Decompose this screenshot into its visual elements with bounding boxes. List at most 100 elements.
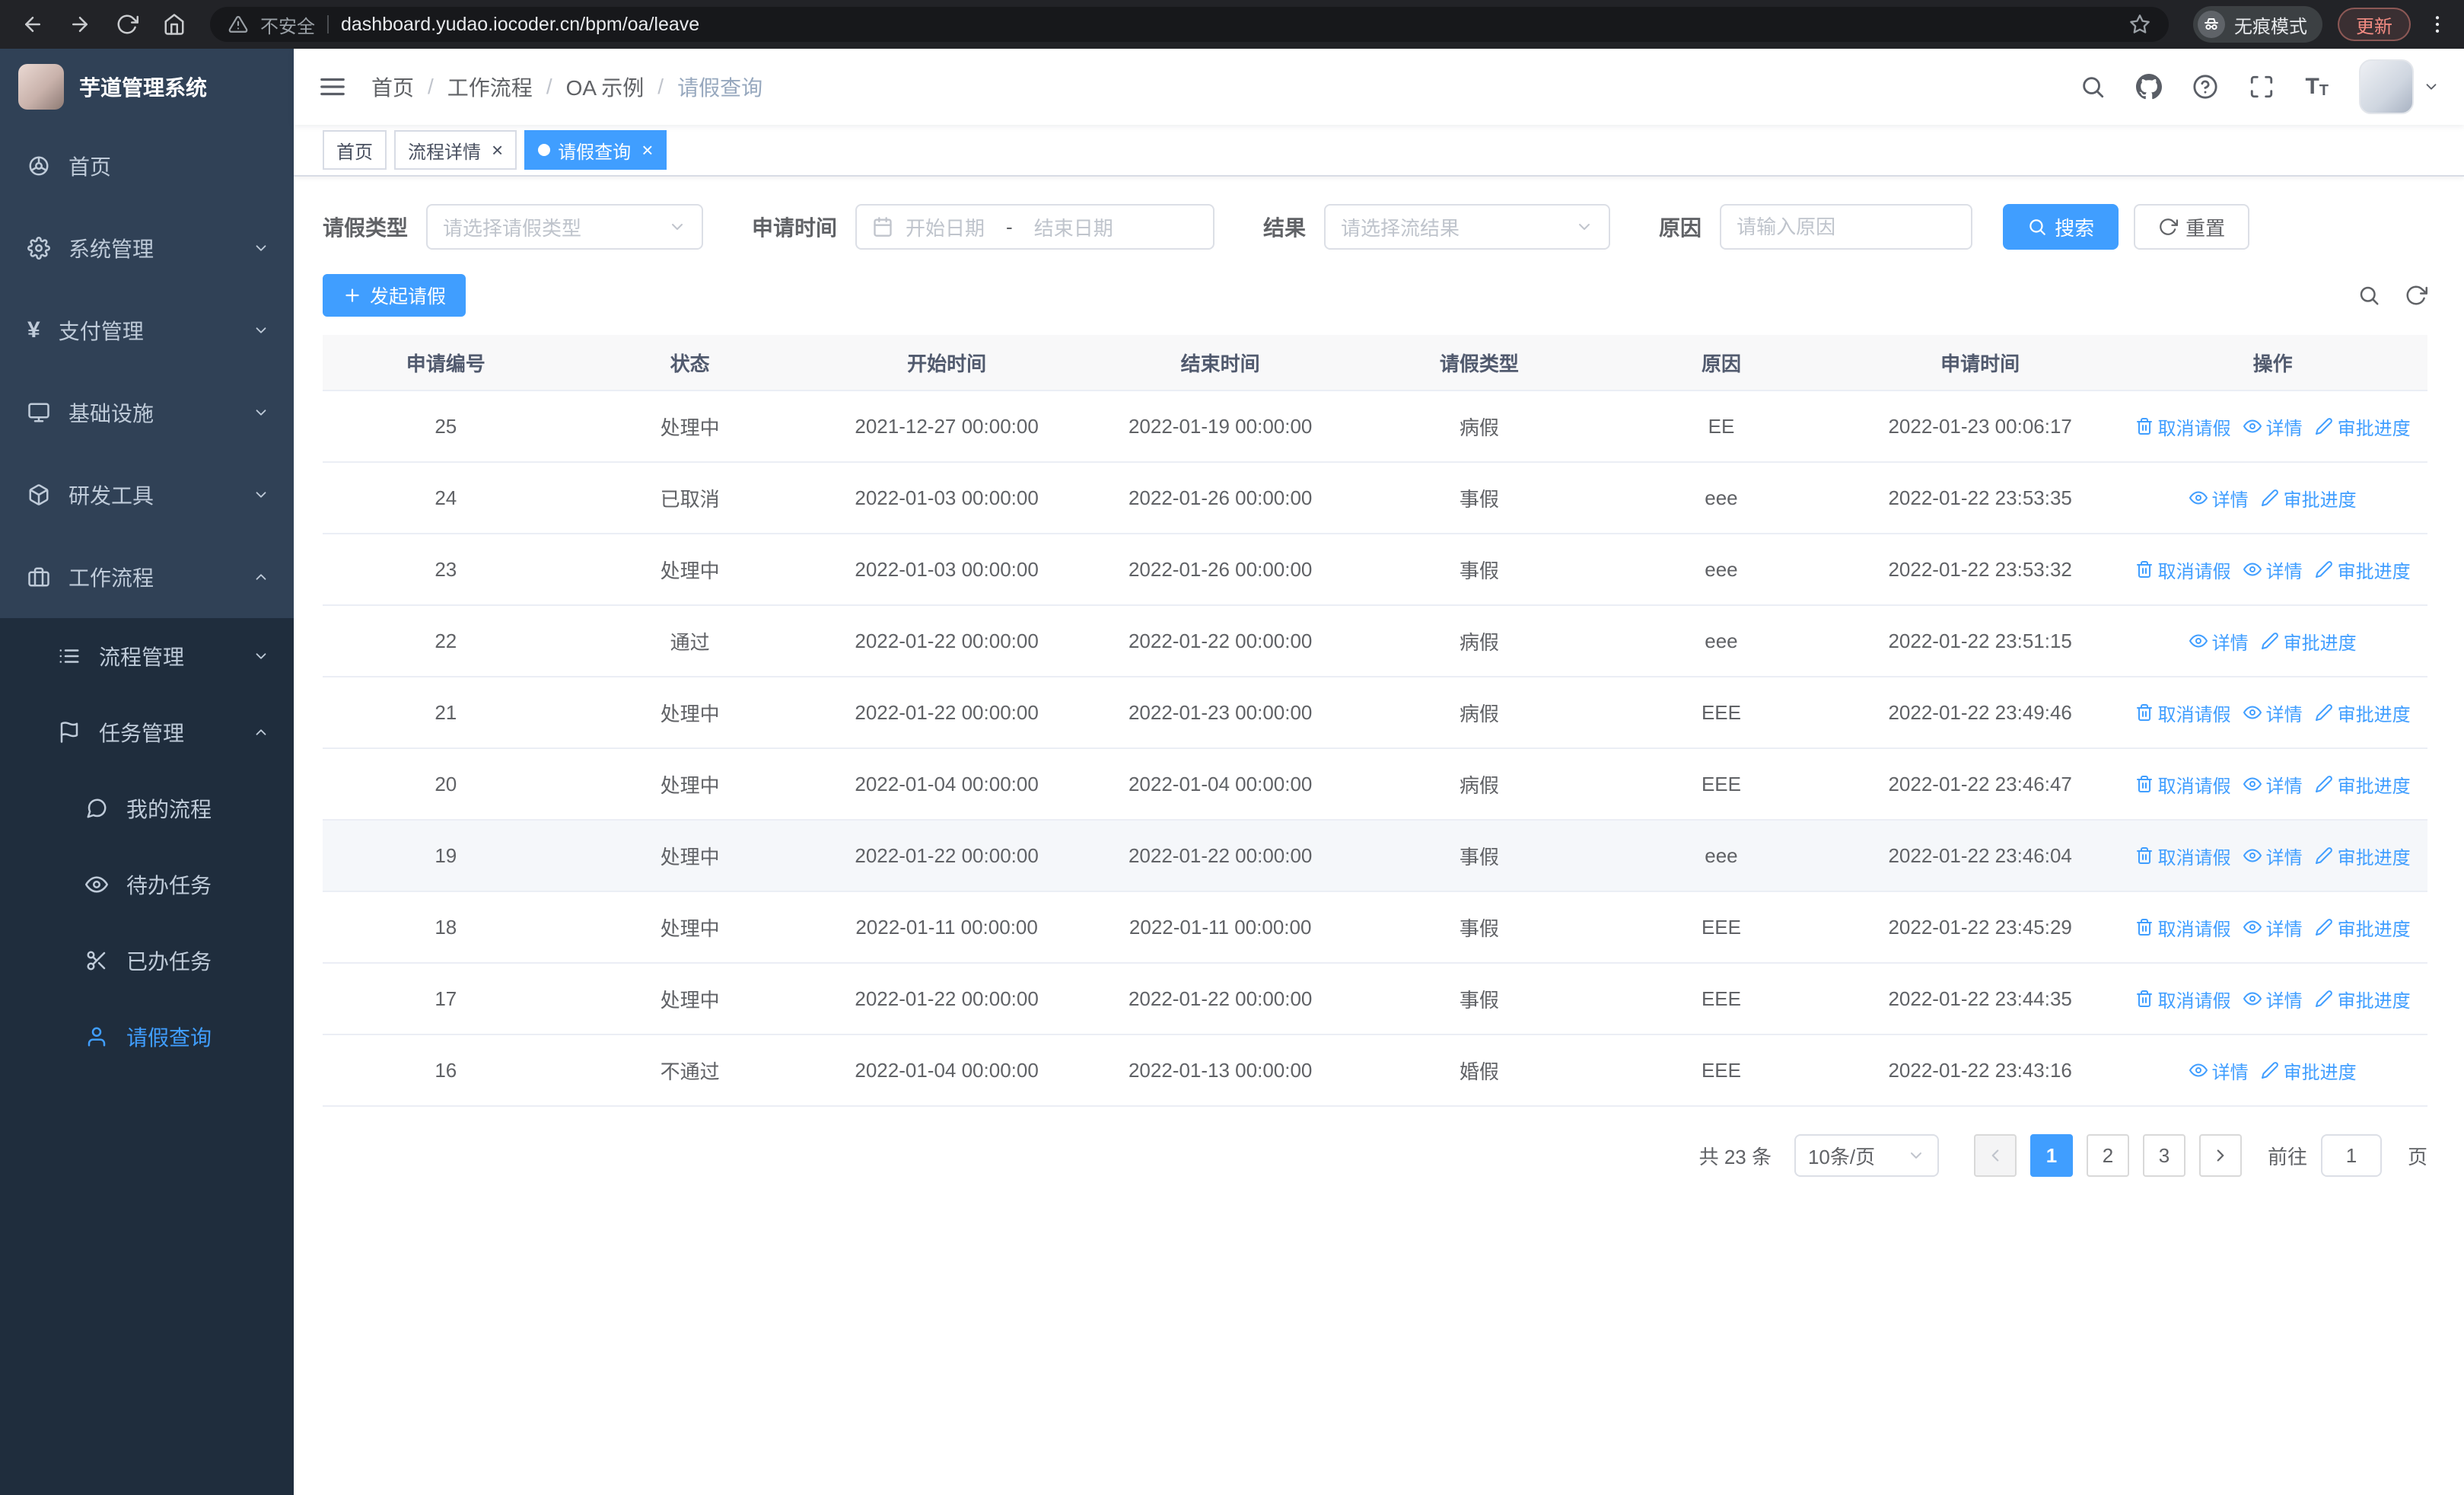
page-button-2[interactable]: 2 — [2086, 1134, 2129, 1177]
detail-link[interactable]: 详情 — [2189, 1057, 2249, 1084]
approval-progress-link[interactable]: 审批进度 — [2315, 556, 2411, 583]
prev-page-button[interactable] — [1973, 1134, 2017, 1177]
approval-progress-link[interactable]: 审批进度 — [2261, 1057, 2357, 1084]
table-row[interactable]: 19 处理中 2022-01-22 00:00:00 2022-01-22 00:00… — [323, 821, 2427, 892]
next-page-button[interactable] — [2198, 1134, 2242, 1177]
detail-link[interactable]: 详情 — [2189, 628, 2249, 655]
sidebar-toggle-icon[interactable] — [318, 72, 347, 101]
home-icon[interactable] — [163, 13, 186, 36]
github-icon[interactable] — [2136, 74, 2163, 100]
sidebar-item-my-process[interactable]: 我的流程 — [0, 770, 294, 846]
approval-progress-link[interactable]: 审批进度 — [2315, 771, 2411, 798]
detail-link[interactable]: 详情 — [2243, 914, 2303, 941]
update-button[interactable]: 更新 — [2338, 8, 2411, 41]
detail-link[interactable]: 详情 — [2243, 986, 2303, 1012]
delete-icon — [2135, 703, 2154, 722]
cancel-leave-link[interactable]: 取消请假 — [2135, 556, 2231, 583]
sidebar-item-payment-management[interactable]: ¥ 支付管理 — [0, 289, 294, 371]
column-header-3: 结束时间 — [1180, 352, 1260, 375]
tab-leave-query[interactable]: 请假查询 × — [524, 130, 667, 170]
sidebar-item-system-management[interactable]: 系统管理 — [0, 207, 294, 289]
approval-progress-link[interactable]: 审批进度 — [2315, 700, 2411, 726]
toggle-search-icon[interactable] — [2357, 284, 2380, 307]
sidebar-item-home[interactable]: 首页 — [0, 125, 294, 207]
breadcrumb-item[interactable]: 工作流程 — [447, 72, 533, 102]
approval-progress-link[interactable]: 审批进度 — [2315, 986, 2411, 1012]
cell-end-time: 2022-01-04 00:00:00 — [1128, 772, 1313, 795]
approval-progress-link[interactable]: 审批进度 — [2315, 843, 2411, 869]
sidebar-item-label: 首页 — [68, 155, 112, 179]
reason-input[interactable] — [1720, 204, 1973, 250]
cancel-leave-link[interactable]: 取消请假 — [2135, 771, 2231, 798]
incognito-badge[interactable]: 无痕模式 — [2193, 6, 2322, 43]
goto-page-input[interactable] — [2320, 1134, 2382, 1177]
browser-menu-icon[interactable] — [2426, 13, 2449, 36]
sidebar-item-leave-query[interactable]: 请假查询 — [0, 999, 294, 1075]
table-row[interactable]: 24 已取消 2022-01-03 00:00:00 2022-01-26 00:00… — [323, 463, 2427, 534]
bookmark-star-icon[interactable] — [2129, 14, 2150, 35]
user-menu[interactable] — [2359, 59, 2440, 114]
detail-link[interactable]: 详情 — [2243, 413, 2303, 440]
leave-type-select[interactable]: 请选择请假类型 — [426, 204, 704, 250]
refresh-table-icon[interactable] — [2405, 284, 2427, 307]
cell-start-time: 2022-01-03 00:00:00 — [855, 486, 1039, 509]
back-icon[interactable] — [21, 13, 44, 36]
page-size-select[interactable]: 10条/页 — [1794, 1134, 1939, 1177]
sidebar-item-workflow[interactable]: 工作流程 — [0, 536, 294, 618]
detail-link[interactable]: 详情 — [2243, 843, 2303, 869]
cancel-leave-link[interactable]: 取消请假 — [2135, 986, 2231, 1012]
close-icon[interactable]: × — [641, 140, 653, 160]
app-logo[interactable]: 芋道管理系统 — [0, 49, 294, 125]
table-row[interactable]: 16 不通过 2022-01-04 00:00:00 2022-01-13 00:00… — [323, 1035, 2427, 1107]
search-button[interactable]: 搜索 — [2003, 204, 2119, 250]
sidebar-item-task-management[interactable]: 任务管理 — [0, 694, 294, 770]
tab-home[interactable]: 首页 — [323, 130, 387, 170]
fullscreen-icon[interactable] — [2249, 74, 2275, 100]
tab-process-detail[interactable]: 流程详情 × — [394, 130, 517, 170]
approval-progress-link[interactable]: 审批进度 — [2261, 485, 2357, 512]
cancel-leave-link[interactable]: 取消请假 — [2135, 700, 2231, 726]
cell-status: 通过 — [670, 630, 710, 654]
table-row[interactable]: 22 通过 2022-01-22 00:00:00 2022-01-22 00:00:… — [323, 606, 2427, 677]
cell-id: 19 — [435, 843, 457, 867]
reset-button[interactable]: 重置 — [2134, 204, 2250, 250]
cancel-leave-link[interactable]: 取消请假 — [2135, 413, 2231, 440]
create-leave-button[interactable]: 发起请假 — [323, 274, 466, 317]
font-size-icon[interactable]: TT — [2305, 75, 2329, 99]
table-row[interactable]: 21 处理中 2022-01-22 00:00:00 2022-01-23 00:00… — [323, 677, 2427, 749]
breadcrumb-item[interactable]: OA 示例 — [566, 72, 645, 102]
breadcrumb-item[interactable]: 首页 — [371, 72, 414, 102]
cell-actions: 取消请假 详情 审批进度 — [2118, 700, 2427, 726]
approval-progress-link[interactable]: 审批进度 — [2315, 413, 2411, 440]
table-row[interactable]: 20 处理中 2022-01-04 00:00:00 2022-01-04 00:00… — [323, 749, 2427, 821]
refresh-icon[interactable] — [116, 13, 138, 36]
browser-nav-buttons — [15, 13, 186, 36]
result-select[interactable]: 请选择流结果 — [1324, 204, 1611, 250]
detail-link[interactable]: 详情 — [2189, 485, 2249, 512]
page-button-1[interactable]: 1 — [2029, 1134, 2073, 1177]
detail-link[interactable]: 详情 — [2243, 700, 2303, 726]
sidebar-item-todo-tasks[interactable]: 待办任务 — [0, 846, 294, 923]
cancel-leave-link[interactable]: 取消请假 — [2135, 914, 2231, 941]
sidebar-item-done-tasks[interactable]: 已办任务 — [0, 923, 294, 999]
approval-progress-link[interactable]: 审批进度 — [2261, 628, 2357, 655]
cancel-leave-link[interactable]: 取消请假 — [2135, 843, 2231, 869]
address-bar[interactable]: 不安全 dashboard.yudao.iocoder.cn/bpm/oa/le… — [210, 7, 2169, 42]
table-row[interactable]: 17 处理中 2022-01-22 00:00:00 2022-01-22 00:00… — [323, 964, 2427, 1035]
page-button-3[interactable]: 3 — [2142, 1134, 2185, 1177]
cell-actions: 详情 审批进度 — [2118, 1057, 2427, 1084]
apply-time-range-picker[interactable]: 开始日期 - 结束日期 — [855, 204, 1215, 250]
forward-icon[interactable] — [68, 13, 91, 36]
detail-link[interactable]: 详情 — [2243, 556, 2303, 583]
detail-link[interactable]: 详情 — [2243, 771, 2303, 798]
sidebar-item-infrastructure[interactable]: 基础设施 — [0, 371, 294, 454]
table-row[interactable]: 18 处理中 2022-01-11 00:00:00 2022-01-11 00:00… — [323, 892, 2427, 964]
help-icon[interactable] — [2192, 74, 2218, 100]
sidebar-item-process-management[interactable]: 流程管理 — [0, 618, 294, 694]
sidebar-item-dev-tools[interactable]: 研发工具 — [0, 454, 294, 536]
table-row[interactable]: 23 处理中 2022-01-03 00:00:00 2022-01-26 00:00… — [323, 534, 2427, 606]
table-row[interactable]: 25 处理中 2021-12-27 00:00:00 2022-01-19 00:00… — [323, 391, 2427, 463]
search-icon[interactable] — [2080, 74, 2106, 100]
approval-progress-link[interactable]: 审批进度 — [2315, 914, 2411, 941]
close-icon[interactable]: × — [492, 140, 503, 160]
